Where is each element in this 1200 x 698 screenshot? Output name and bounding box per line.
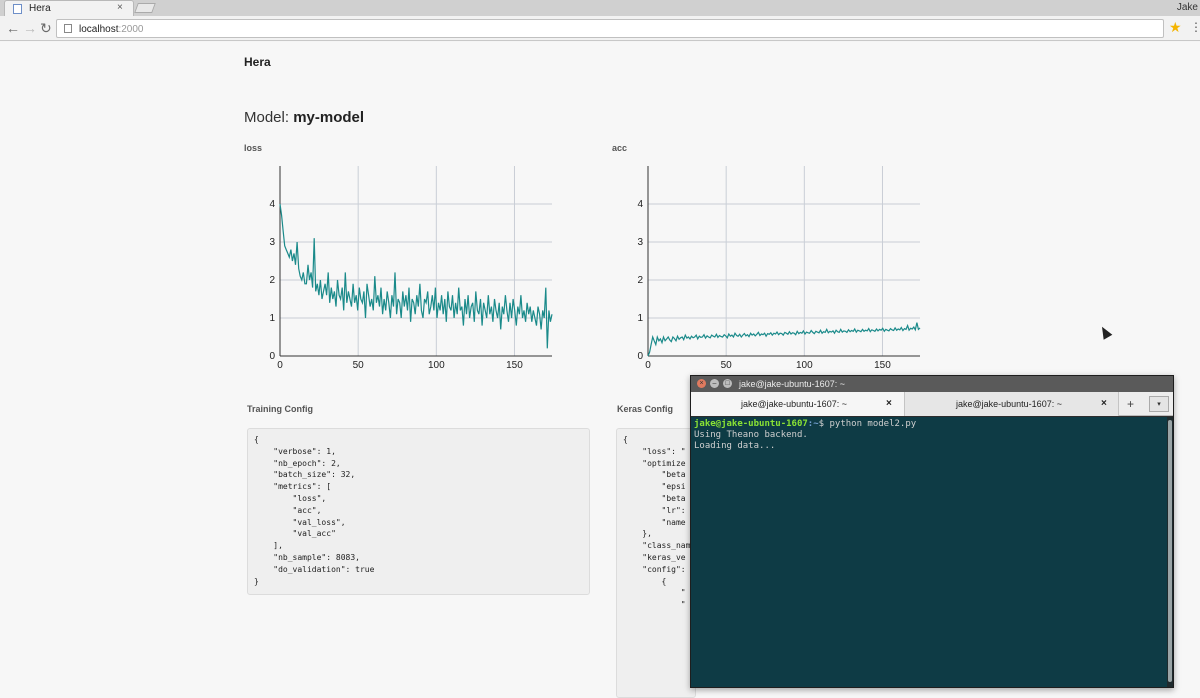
mouse-cursor-icon bbox=[1097, 324, 1113, 340]
y-tick-label: 1 bbox=[269, 313, 275, 324]
x-tick-label: 0 bbox=[277, 360, 283, 371]
url-host: localhost bbox=[79, 24, 119, 35]
scrollbar-thumb[interactable] bbox=[1168, 420, 1172, 682]
forward-arrow-icon[interactable]: → bbox=[23, 20, 37, 36]
new-tab-button[interactable] bbox=[134, 3, 156, 13]
y-tick-label: 2 bbox=[269, 275, 275, 286]
training-config-json: { "verbose": 1, "nb_epoch": 2, "batch_si… bbox=[247, 428, 590, 595]
loss-chart-label: loss bbox=[244, 143, 263, 153]
y-tick-label: 3 bbox=[637, 237, 643, 248]
tab-title: Hera bbox=[29, 3, 51, 14]
app-brand[interactable]: Hera bbox=[244, 55, 271, 69]
y-tick-label: 4 bbox=[637, 199, 643, 210]
page-title: Model: my-model bbox=[244, 109, 364, 126]
window-close-icon[interactable]: × bbox=[697, 379, 706, 388]
browser-tabstrip: Hera × Jake bbox=[0, 0, 1200, 16]
x-tick-label: 0 bbox=[645, 360, 651, 371]
browser-toolbar: ← → ↻ localhost:2000 ★ ⋮ bbox=[0, 16, 1200, 41]
terminal-window[interactable]: × – □ jake@jake-ubuntu-1607: ~ jake@jake… bbox=[690, 375, 1174, 688]
terminal-tabbar: jake@jake-ubuntu-1607: ~ × jake@jake-ubu… bbox=[691, 392, 1173, 416]
keras-config-title: Keras Config bbox=[617, 404, 674, 414]
terminal-command: $ python model2.py bbox=[818, 419, 917, 429]
terminal-tab-1[interactable]: jake@jake-ubuntu-1607: ~ × bbox=[691, 392, 905, 416]
y-tick-label: 0 bbox=[637, 351, 643, 362]
x-tick-label: 100 bbox=[428, 360, 445, 371]
x-tick-label: 50 bbox=[721, 360, 733, 371]
y-tick-label: 2 bbox=[637, 275, 643, 286]
model-prefix: Model: bbox=[244, 109, 290, 126]
training-config-title: Training Config bbox=[247, 404, 313, 414]
y-tick-label: 3 bbox=[269, 237, 275, 248]
terminal-titlebar[interactable]: × – □ jake@jake-ubuntu-1607: ~ bbox=[691, 376, 1173, 392]
bookmark-star-icon[interactable]: ★ bbox=[1169, 19, 1182, 36]
profile-name[interactable]: Jake bbox=[1177, 2, 1198, 13]
prompt-user: jake@jake-ubuntu-1607 bbox=[694, 419, 808, 429]
terminal-line: jake@jake-ubuntu-1607:~$ python model2.p… bbox=[694, 419, 1164, 430]
x-tick-label: 150 bbox=[874, 360, 891, 371]
terminal-tab-label: jake@jake-ubuntu-1607: ~ bbox=[956, 399, 1062, 409]
series-line bbox=[647, 322, 921, 357]
add-tab-icon[interactable]: + bbox=[1127, 397, 1134, 411]
address-bar[interactable]: localhost:2000 bbox=[56, 19, 1164, 38]
tab-menu-icon[interactable]: ▾ bbox=[1149, 396, 1169, 412]
y-tick-label: 1 bbox=[637, 313, 643, 324]
window-maximize-icon[interactable]: □ bbox=[723, 379, 732, 388]
browser-tab-hera[interactable]: Hera × bbox=[4, 0, 134, 16]
browser-menu-icon[interactable]: ⋮ bbox=[1190, 20, 1200, 34]
model-name: my-model bbox=[293, 109, 365, 126]
acc-chart: 0 50 100 150 0 1 2 3 4 bbox=[637, 166, 921, 371]
x-tick-label: 150 bbox=[506, 360, 523, 371]
terminal-scrollbar[interactable] bbox=[1167, 417, 1173, 687]
x-tick-label: 50 bbox=[353, 360, 365, 371]
x-tick-label: 100 bbox=[796, 360, 813, 371]
prompt-path: :~ bbox=[807, 419, 819, 429]
reload-icon[interactable]: ↻ bbox=[40, 20, 52, 36]
close-icon[interactable]: × bbox=[117, 2, 123, 13]
acc-chart-label: acc bbox=[612, 143, 628, 153]
keras-config-json: { "loss": " "optimize "beta "epsi "beta … bbox=[616, 428, 696, 698]
terminal-line: Using Theano backend. bbox=[694, 430, 808, 440]
close-icon[interactable]: × bbox=[1101, 398, 1107, 409]
url-port: :2000 bbox=[118, 24, 144, 35]
y-tick-label: 4 bbox=[269, 199, 275, 210]
y-tick-label: 0 bbox=[269, 351, 275, 362]
close-icon[interactable]: × bbox=[886, 398, 892, 409]
terminal-line: Loading data... bbox=[694, 441, 776, 451]
terminal-tab-label: jake@jake-ubuntu-1607: ~ bbox=[741, 399, 847, 409]
series-line bbox=[279, 203, 553, 349]
terminal-title: jake@jake-ubuntu-1607: ~ bbox=[739, 379, 845, 389]
loss-chart: 0 50 100 150 0 1 2 3 4 bbox=[269, 166, 553, 371]
terminal-tab-2[interactable]: jake@jake-ubuntu-1607: ~ × bbox=[905, 392, 1119, 416]
terminal-output[interactable]: jake@jake-ubuntu-1607:~$ python model2.p… bbox=[691, 417, 1167, 687]
window-minimize-icon[interactable]: – bbox=[710, 379, 719, 388]
page-icon bbox=[13, 4, 22, 14]
back-arrow-icon[interactable]: ← bbox=[6, 20, 20, 36]
page-icon bbox=[64, 24, 72, 33]
